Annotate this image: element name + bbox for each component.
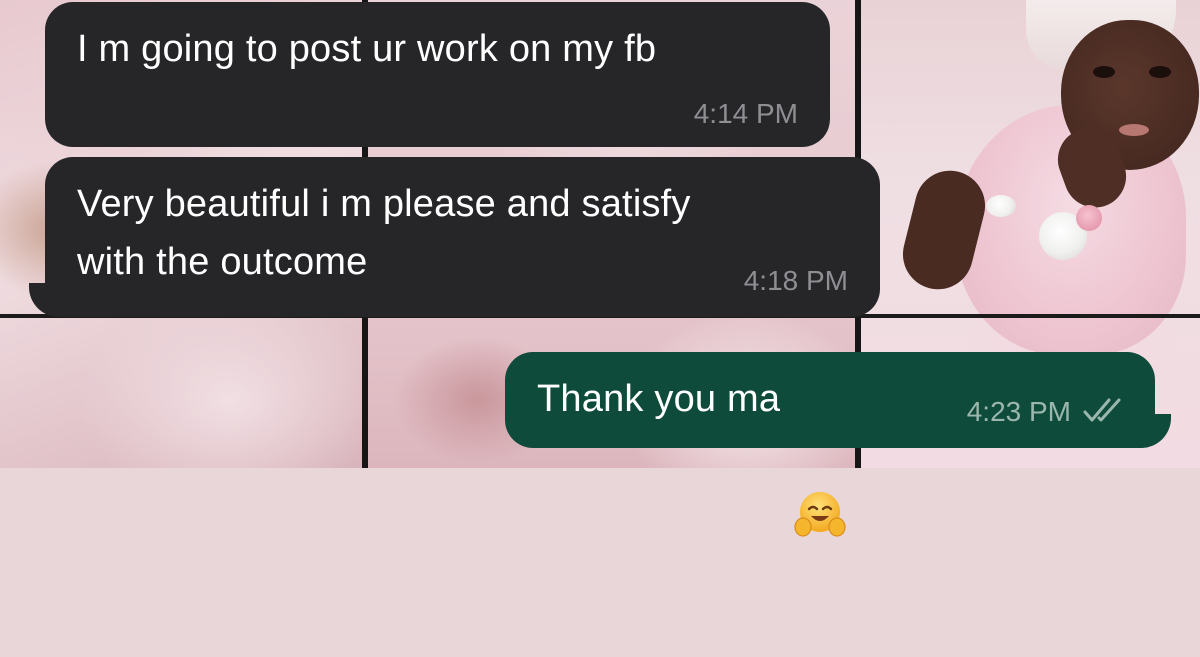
message-timestamp: 4:18 PM [743, 265, 848, 296]
message-text-row: Thank you ma [537, 370, 846, 537]
outgoing-message-bubble[interactable]: Thank you ma 4:23 PM [505, 352, 1171, 537]
baby-eye-shape [1149, 66, 1171, 78]
message-text: I m going to post ur work on my fb [77, 28, 657, 70]
incoming-message-bubble[interactable]: Very beautiful i m please and satisfy wi… [29, 157, 880, 317]
message-text: Thank you ma [537, 378, 781, 420]
baby-mouth-shape [1119, 124, 1149, 136]
message-timestamp: 4:23 PM [966, 396, 1071, 427]
flower-shape [986, 195, 1016, 217]
hugging-face-icon [794, 373, 846, 537]
baby-eye-shape [1093, 66, 1115, 78]
incoming-message-bubble[interactable]: I m going to post ur work on my fb 4:14 … [45, 2, 830, 147]
flower-shape [1076, 205, 1102, 231]
message-timestamp: 4:14 PM [693, 98, 798, 129]
message-text: Very beautiful i m please and satisfy wi… [77, 183, 691, 283]
double-check-icon [1081, 396, 1129, 426]
